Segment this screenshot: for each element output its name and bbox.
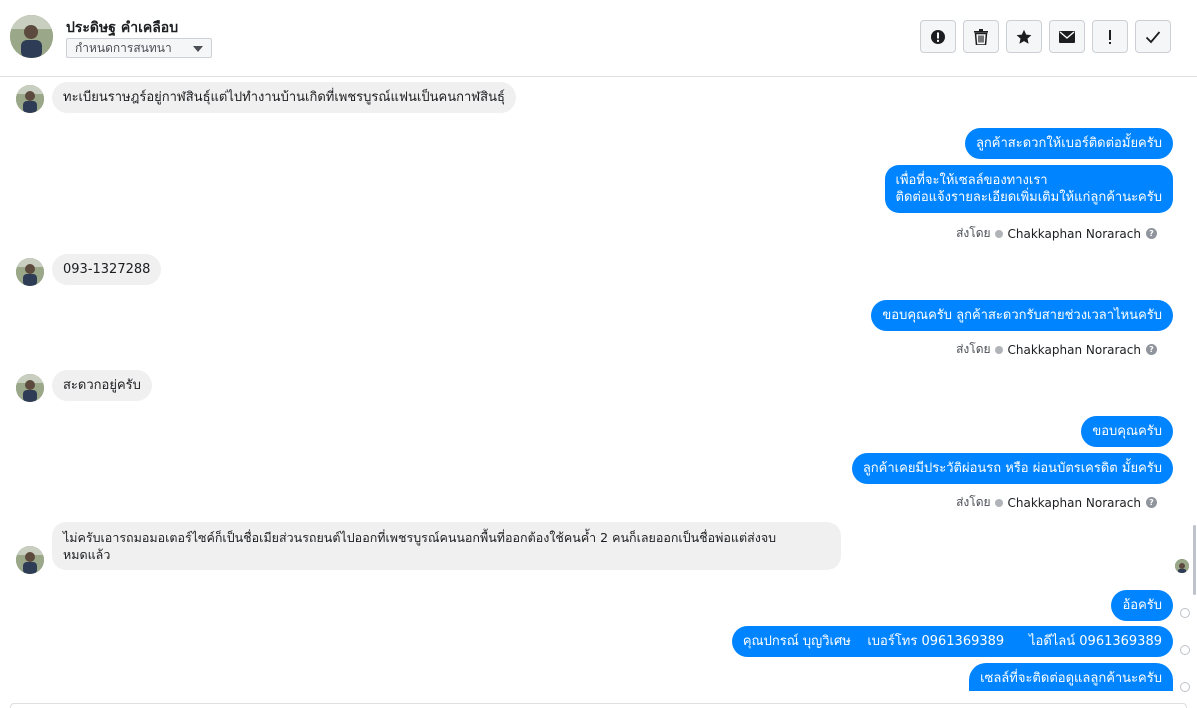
help-icon[interactable]: ? (1146, 228, 1157, 239)
sent-by-label: ส่งโดย (956, 342, 991, 356)
outgoing-message: เซลล์ที่จะติดต่อดูแลลูกค้านะครับ (969, 663, 1173, 691)
sender-avatar (16, 85, 44, 113)
sender-avatar (16, 258, 44, 286)
outgoing-message: ลูกค้าสะดวกให้เบอร์ติดต่อมั้ยครับ (964, 128, 1173, 159)
outgoing-message: ขอบคุณครับ (1081, 416, 1173, 447)
seen-avatar (1175, 559, 1189, 573)
agent-icon (994, 345, 1003, 354)
exclamation-icon (1109, 29, 1111, 44)
mark-unread-button[interactable] (1049, 20, 1085, 53)
envelope-icon (1059, 30, 1075, 43)
agent-icon (994, 229, 1003, 238)
trash-icon (974, 28, 988, 45)
contact-avatar[interactable] (10, 15, 53, 58)
outgoing-message: ลูกค้าเคยมีประวัติผ่อนรถ หรือ ผ่อนบัตรเค… (851, 453, 1173, 484)
sent-by-meta: ส่งโดย Chakkaphan Norarach ? (956, 340, 1157, 359)
label-dropdown-text: กำหนดการสนทนา (75, 40, 172, 55)
outgoing-message: อ้อครับ (1111, 590, 1173, 621)
follow-up-button[interactable] (1092, 20, 1128, 53)
check-icon (1145, 30, 1161, 43)
mark-done-button[interactable] (1135, 20, 1171, 53)
star-icon (1016, 29, 1032, 44)
help-icon[interactable]: ? (1146, 344, 1157, 355)
conversation-toolbar (920, 20, 1178, 53)
scrollbar[interactable] (1193, 525, 1196, 595)
sender-avatar (16, 374, 44, 402)
incoming-message: 093-1327288 (52, 254, 162, 285)
message-line: เพื่อที่จะให้เซลล์ของทางเรา (895, 173, 1048, 188)
conversation-header: ประดิษฐ คำเคลือบ กำหนดการสนทนา (0, 0, 1197, 77)
incoming-message: ไม่ครับเอารถมอมอเตอร์ไซค์ก็เป็นชื่อเมียส… (52, 522, 841, 570)
sent-by-meta: ส่งโดย Chakkaphan Norarach ? (956, 493, 1157, 512)
delivered-check-icon (1180, 608, 1190, 618)
agent-name[interactable]: Chakkaphan Norarach (1008, 343, 1141, 357)
message-line: ไม่ครับเอารถมอมอเตอร์ไซค์ก็เป็นชื่อเมียส… (63, 530, 777, 545)
conversation-label-dropdown[interactable]: กำหนดการสนทนา (66, 38, 212, 58)
sent-by-label: ส่งโดย (956, 495, 991, 509)
incoming-message: สะดวกอยู่ครับ (52, 370, 152, 401)
message-composer[interactable] (10, 703, 1187, 708)
outgoing-message: เพื่อที่จะให้เซลล์ของทางเรา ติดต่อแจ้งรา… (884, 165, 1173, 213)
message-line: หมดแล้ว (63, 547, 111, 562)
delivered-check-icon (1180, 645, 1190, 655)
incoming-message: ทะเบียนราษฎร์อยู่กาฬสินธุ์แต่ไปทำงานบ้าน… (52, 82, 516, 113)
caret-down-icon (193, 46, 203, 52)
alert-circle-icon (931, 29, 945, 44)
sent-by-label: ส่งโดย (956, 226, 991, 240)
help-icon[interactable]: ? (1146, 497, 1157, 508)
message-line: ติดต่อแจ้งรายละเอียดเพิ่มเติมให้แก่ลูกค้… (895, 190, 1162, 205)
star-button[interactable] (1006, 20, 1042, 53)
message-list: ทะเบียนราษฎร์อยู่กาฬสินธุ์แต่ไปทำงานบ้าน… (0, 78, 1197, 708)
agent-name[interactable]: Chakkaphan Norarach (1008, 227, 1141, 241)
sent-by-meta: ส่งโดย Chakkaphan Norarach ? (956, 224, 1157, 243)
agent-icon (994, 498, 1003, 507)
spam-button[interactable] (920, 20, 956, 53)
sender-avatar (16, 546, 44, 574)
delete-button[interactable] (963, 20, 999, 53)
delivered-check-icon (1180, 682, 1190, 692)
outgoing-message: ขอบคุณครับ ลูกค้าสะดวกรับสายช่วงเวลาไหนค… (871, 300, 1173, 331)
outgoing-message: คุณปกรณ์ บุญวิเศษ เบอร์โทร 0961369389 ไอ… (731, 626, 1173, 657)
contact-name: ประดิษฐ คำเคลือบ (66, 20, 179, 36)
agent-name[interactable]: Chakkaphan Norarach (1008, 496, 1141, 510)
